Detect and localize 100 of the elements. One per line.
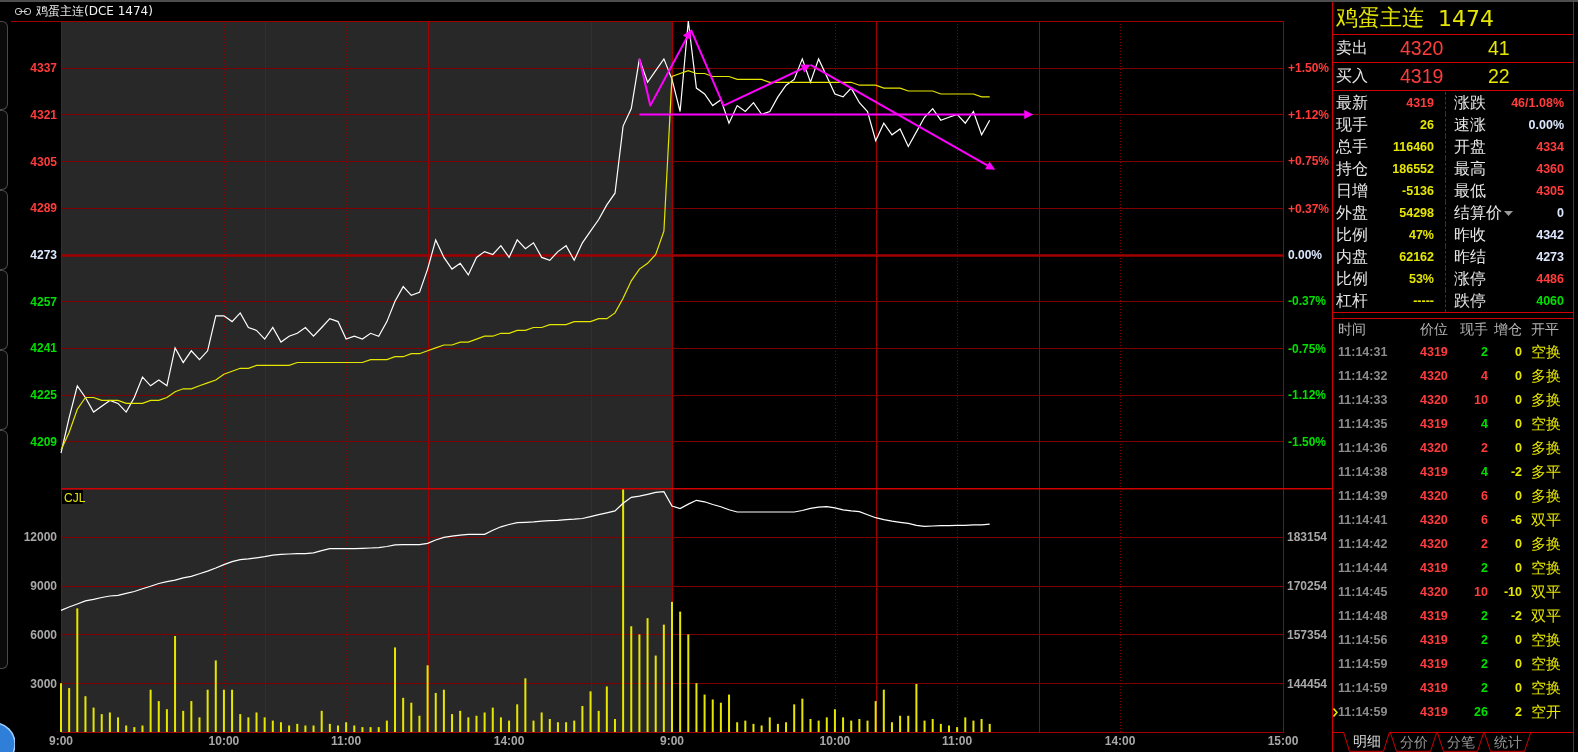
column-header: 价位 xyxy=(1420,320,1449,339)
volume-axis-label: 12000 xyxy=(23,530,57,545)
price-axis-label: 4289 xyxy=(30,201,57,216)
stat-label: 杠杆 xyxy=(1336,290,1368,312)
trade-action: 双平 xyxy=(1530,606,1562,626)
trade-volume: 2 xyxy=(1480,345,1488,359)
stat-value: 53% xyxy=(1408,272,1434,286)
stat-value: 54298 xyxy=(1399,206,1434,220)
side-tab[interactable] xyxy=(0,110,8,190)
quote-volume: 22 xyxy=(1488,65,1511,88)
percent-axis-label: -0.75% xyxy=(1288,341,1327,356)
trade-price: 4320 xyxy=(1420,513,1449,527)
stat-value: 26 xyxy=(1420,118,1434,132)
trade-price: 4319 xyxy=(1420,417,1449,431)
stat-label: 日增 xyxy=(1336,180,1368,202)
stat-dropdown[interactable]: 结算价 xyxy=(1454,202,1513,224)
trade-price: 4320 xyxy=(1420,441,1449,455)
stat-value: 4342 xyxy=(1536,228,1564,242)
trade-time: 11:14:31 xyxy=(1338,345,1389,359)
link-icon xyxy=(15,8,31,15)
stat-value: 4334 xyxy=(1536,140,1564,154)
percent-axis-label: 0.00% xyxy=(1288,248,1323,262)
stat-label: 现手 xyxy=(1336,114,1368,136)
percent-axis-label: -1.50% xyxy=(1288,435,1327,450)
trade-action: 多换 xyxy=(1530,534,1562,554)
stat-value: 4060 xyxy=(1536,294,1564,308)
stat-label: 持仓 xyxy=(1336,158,1368,180)
side-tab[interactable] xyxy=(0,350,8,430)
column-header: 增仓 xyxy=(1493,320,1522,339)
trade-action: 多换 xyxy=(1530,366,1562,386)
side-tab[interactable] xyxy=(0,190,8,270)
trade-time: 11:14:35 xyxy=(1338,417,1389,431)
stat-label: 昨结 xyxy=(1454,246,1486,268)
panel-tab[interactable]: 分笔 xyxy=(1437,733,1484,752)
volume-axis-label: 9000 xyxy=(30,579,57,594)
time-axis-label: 10:00 xyxy=(208,734,240,748)
trade-action: 空换 xyxy=(1530,630,1562,650)
time-axis-label: 14:00 xyxy=(1104,734,1136,748)
stat-value: 47% xyxy=(1408,228,1434,242)
price-axis-label: 4337 xyxy=(30,61,57,76)
time-axis-label: 10:00 xyxy=(819,734,851,748)
trade-change: 0 xyxy=(1514,537,1522,551)
price-axis-label: 4241 xyxy=(30,341,57,356)
trade-action: 空换 xyxy=(1530,414,1562,434)
trade-price: 4319 xyxy=(1420,561,1449,575)
trade-change: 0 xyxy=(1514,369,1522,383)
stat-value: ----- xyxy=(1413,294,1434,308)
side-tab[interactable] xyxy=(0,21,8,110)
trade-volume: 2 xyxy=(1480,681,1488,695)
trade-volume: 2 xyxy=(1480,609,1488,623)
trade-action: 空开 xyxy=(1530,702,1562,722)
stat-value: 4305 xyxy=(1536,184,1564,198)
percent-axis-label: +1.12% xyxy=(1288,108,1330,123)
time-axis-label: 9:00 xyxy=(660,734,684,748)
price-axis-label: 4225 xyxy=(30,388,57,403)
side-tab[interactable] xyxy=(0,430,8,669)
trade-change: 0 xyxy=(1514,561,1522,575)
trade-time: 11:14:59 xyxy=(1338,657,1389,671)
quote-volume: 41 xyxy=(1488,37,1511,60)
trade-time: 11:14:59 xyxy=(1338,681,1389,695)
open-interest-axis-label: 157354 xyxy=(1287,627,1328,642)
panel-tab[interactable]: 统计 xyxy=(1484,733,1531,752)
column-header: 时间 xyxy=(1338,320,1367,339)
trade-price: 4319 xyxy=(1420,609,1449,623)
trade-price: 4320 xyxy=(1420,585,1449,599)
window-title: 鸡蛋主连(DCE 1474) xyxy=(36,3,153,20)
trade-time: 11:14:36 xyxy=(1338,441,1389,455)
stat-label: 跌停 xyxy=(1454,290,1486,312)
stat-label: 总手 xyxy=(1336,136,1368,158)
trade-action: 双平 xyxy=(1530,582,1562,602)
quote-label: 卖出 xyxy=(1336,38,1369,59)
trade-volume: 26 xyxy=(1473,705,1488,719)
trade-action: 空换 xyxy=(1530,678,1562,698)
trade-change: -10 xyxy=(1502,585,1522,599)
time-axis-label: 9:00 xyxy=(49,734,73,748)
trade-volume: 10 xyxy=(1473,585,1488,599)
side-tab[interactable] xyxy=(0,270,8,350)
price-axis-label: 4321 xyxy=(30,107,57,122)
percent-axis-label: +0.75% xyxy=(1288,154,1330,169)
trade-action: 空换 xyxy=(1530,654,1562,674)
trade-price: 4319 xyxy=(1420,657,1449,671)
stat-label: 比例 xyxy=(1336,268,1368,290)
trade-change: 0 xyxy=(1514,489,1522,503)
trade-time: 11:14:45 xyxy=(1338,585,1389,599)
quote-label: 买入 xyxy=(1336,66,1369,87)
stat-label: 涨跌 xyxy=(1454,92,1486,114)
trade-volume: 6 xyxy=(1480,489,1488,503)
trade-price: 4320 xyxy=(1420,489,1449,503)
panel-tab[interactable]: 分价 xyxy=(1390,733,1437,752)
stat-value: 4486 xyxy=(1536,272,1564,286)
trade-time: 11:14:59 xyxy=(1338,705,1389,719)
trade-action: 多平 xyxy=(1530,462,1562,482)
time-axis-label: 11:00 xyxy=(942,734,973,748)
trade-change: 2 xyxy=(1514,705,1522,719)
trade-change: 0 xyxy=(1514,441,1522,455)
open-interest-axis-label: 144454 xyxy=(1287,676,1328,691)
panel-tab[interactable]: 明细 xyxy=(1343,732,1390,752)
volume-axis-label: 3000 xyxy=(30,676,57,691)
stat-label: 最新 xyxy=(1336,92,1368,114)
trade-time: 11:14:38 xyxy=(1338,465,1389,479)
